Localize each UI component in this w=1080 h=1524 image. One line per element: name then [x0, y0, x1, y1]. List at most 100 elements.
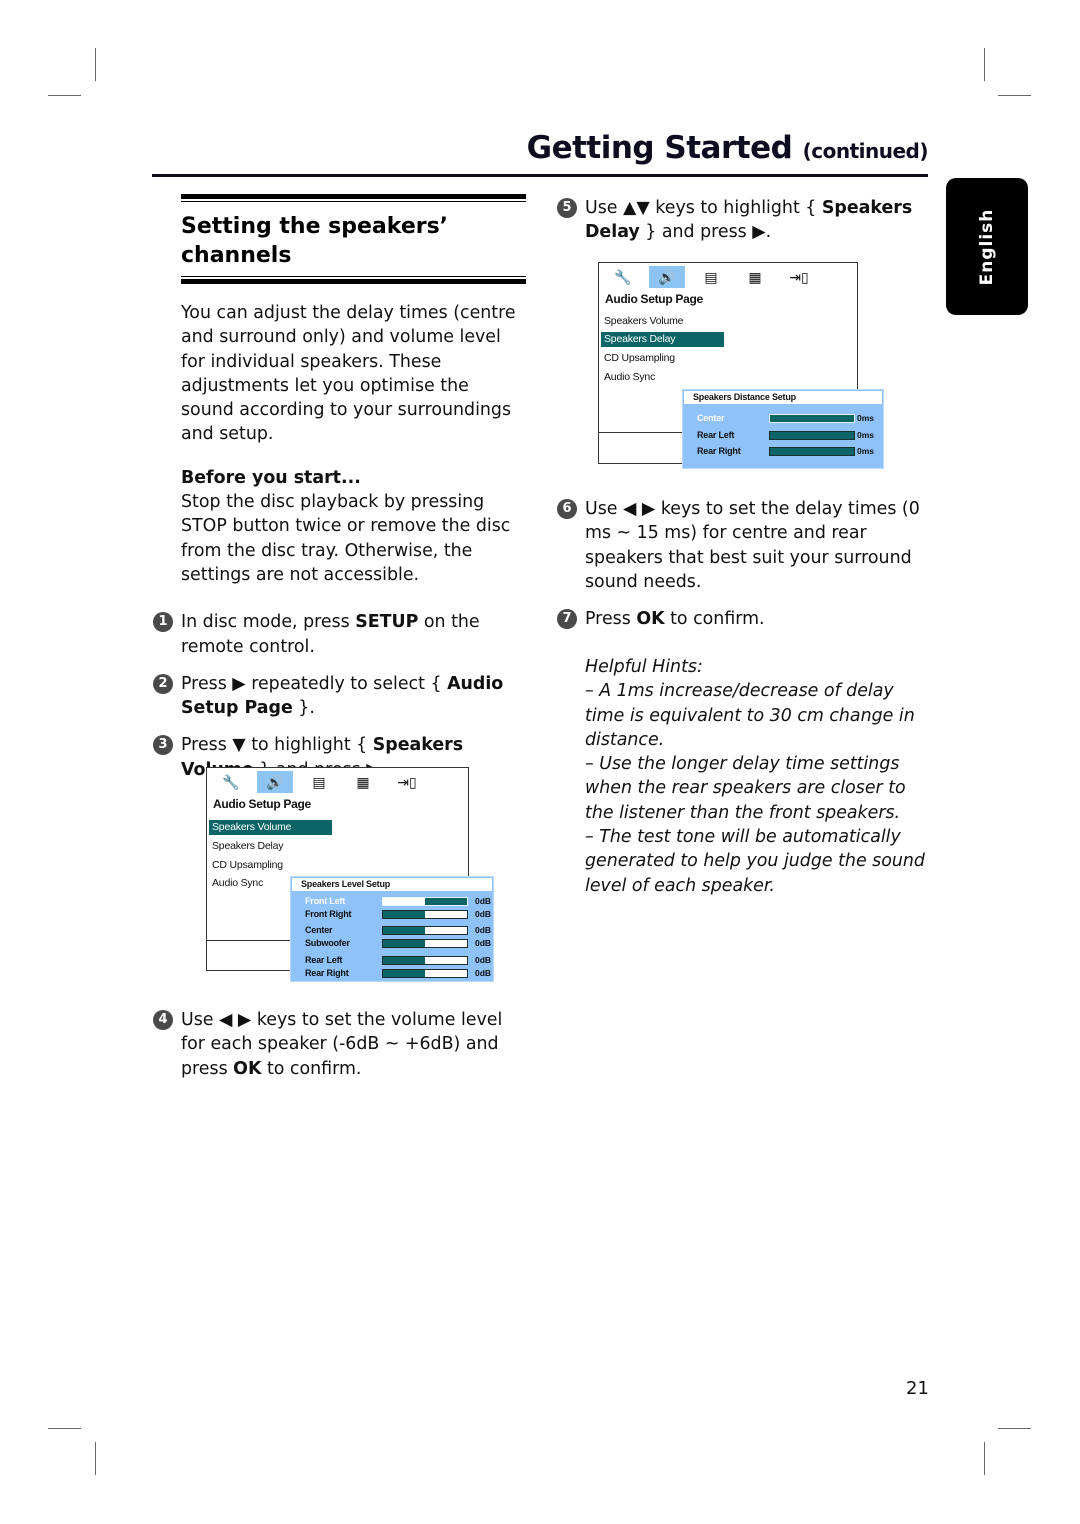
step-keyword: OK: [636, 609, 665, 629]
crop-mark: [984, 48, 985, 81]
level-slider[interactable]: [382, 956, 468, 965]
speaker-row[interactable]: Rear Right 0ms: [683, 445, 883, 457]
speaker-label: Front Left: [305, 896, 345, 906]
step-text: Press ▼ to highlight {: [181, 735, 373, 756]
osd-page-title: Audio Setup Page: [213, 797, 311, 811]
level-fill: [383, 957, 425, 964]
step-text: to confirm.: [261, 1058, 362, 1079]
step-number-badge: 6: [557, 499, 577, 519]
section-rule: [181, 279, 526, 284]
osd-menu-speakers-volume[interactable]: Speakers Volume: [601, 314, 724, 329]
general-setup-icon[interactable]: 🔧: [213, 771, 249, 793]
speaker-row[interactable]: Rear Left 0dB: [291, 954, 493, 966]
crop-mark: [998, 1428, 1031, 1429]
speaker-row[interactable]: Front Left 0dB: [291, 895, 493, 907]
level-slider[interactable]: [382, 910, 468, 919]
hints-heading: Helpful Hints:: [585, 657, 703, 677]
step-2: 2 Press ▶ repeatedly to select { Audio S…: [153, 672, 526, 721]
level-slider[interactable]: [769, 431, 855, 440]
step-text: Use ▲▼ keys to highlight {: [585, 198, 822, 218]
level-slider[interactable]: [382, 897, 468, 906]
language-tab: English: [946, 178, 1028, 315]
step-7: 7 Press OK to confirm.: [557, 607, 920, 631]
exit-door-icon[interactable]: ⇥▯: [781, 266, 817, 288]
speaker-row[interactable]: Front Right 0dB: [291, 908, 493, 920]
step-4: 4 Use ◀ ▶ keys to set the volume level f…: [153, 1008, 526, 1081]
step-number-badge: 2: [153, 673, 173, 694]
step-1: 1 In disc mode, press SETUP on the remot…: [153, 610, 526, 659]
speaker-row[interactable]: Center 0ms: [683, 412, 883, 424]
section-title: Setting the speakers’ channels: [181, 212, 526, 270]
level-value: 0ms: [857, 413, 875, 423]
speaker-row[interactable]: Center 0dB: [291, 924, 493, 936]
osd-menu-audio-sync[interactable]: Audio Sync: [601, 370, 724, 385]
speaker-label: Rear Right: [697, 446, 741, 456]
hint-item: – Use the longer delay time settings whe…: [585, 754, 906, 823]
speaker-label: Rear Left: [305, 955, 343, 965]
video-film-icon[interactable]: ▤: [301, 771, 337, 793]
section-rule: [181, 194, 526, 199]
speaker-label: Subwoofer: [305, 938, 350, 948]
level-fill: [425, 898, 467, 905]
general-setup-icon[interactable]: 🔧: [605, 266, 641, 288]
video-film-icon[interactable]: ▤: [693, 266, 729, 288]
speakers-distance-title: Speakers Distance Setup: [684, 391, 882, 404]
preference-grid-icon[interactable]: ▦: [345, 771, 381, 793]
step-number-badge: 4: [153, 1010, 173, 1030]
language-label: English: [977, 208, 997, 285]
osd-menu-speakers-volume[interactable]: Speakers Volume: [209, 820, 332, 835]
section-title-line: Setting the speakers’: [181, 214, 449, 239]
hint-item: – The test tone will be automatically ge…: [585, 827, 925, 896]
level-slider[interactable]: [769, 447, 855, 456]
step-keyword: OK: [233, 1058, 262, 1079]
step-number-badge: 1: [153, 612, 173, 633]
osd-menu-speakers-delay[interactable]: Speakers Delay: [209, 839, 332, 854]
level-slider[interactable]: [382, 926, 468, 935]
step-6: 6 Use ◀ ▶ keys to set the delay times (0…: [557, 497, 920, 594]
osd-menu-speakers-delay[interactable]: Speakers Delay: [601, 332, 724, 347]
section-rule: [181, 201, 526, 202]
hint-item: – A 1ms increase/decrease of delay time …: [585, 681, 915, 750]
osd-menu-cd-upsampling[interactable]: CD Upsampling: [601, 351, 724, 366]
osd-divider: [207, 940, 291, 941]
speaker-label: Center: [697, 413, 725, 423]
crop-mark: [48, 1428, 81, 1429]
level-value: 0ms: [857, 446, 875, 456]
level-slider[interactable]: [769, 414, 855, 423]
step-number-badge: 7: [557, 609, 577, 629]
speaker-row[interactable]: Rear Left 0ms: [683, 429, 883, 441]
speakers-level-panel: Speakers Level Setup Front Left 0dB Front …: [290, 876, 494, 982]
level-value: 0ms: [857, 430, 875, 440]
level-value: 0dB: [475, 925, 492, 935]
level-value: 0dB: [475, 955, 492, 965]
osd-icon-bar: 🔧 🔊 ▤ ▦ ⇥▯: [605, 266, 817, 288]
exit-door-icon[interactable]: ⇥▯: [389, 771, 425, 793]
level-fill: [383, 927, 425, 934]
level-value: 0dB: [475, 896, 492, 906]
level-slider[interactable]: [382, 969, 468, 978]
step-number-badge: 5: [557, 198, 577, 218]
step-text: to confirm.: [664, 609, 765, 629]
preference-grid-icon[interactable]: ▦: [737, 266, 773, 288]
section-rule: [181, 276, 526, 277]
audio-speaker-icon[interactable]: 🔊: [649, 266, 685, 288]
speaker-label: Rear Right: [305, 968, 349, 978]
crop-mark: [48, 95, 81, 96]
speaker-row[interactable]: Rear Right 0dB: [291, 967, 493, 979]
level-fill: [770, 432, 854, 439]
page-header: Getting Started (continued): [527, 130, 929, 166]
crop-mark: [984, 1442, 985, 1475]
left-column: Setting the speakers’ channels You can a…: [153, 194, 526, 782]
step-text: Use ◀ ▶ keys to set the delay times (0 m…: [585, 499, 920, 592]
speaker-row[interactable]: Subwoofer 0dB: [291, 937, 493, 949]
level-slider[interactable]: [382, 939, 468, 948]
level-fill: [383, 940, 425, 947]
helpful-hints: Helpful Hints: – A 1ms increase/decrease…: [585, 655, 925, 898]
header-title-suffix: (continued): [802, 139, 929, 163]
step-number-badge: 3: [153, 735, 173, 756]
step-text: Press ▶ repeatedly to select {: [181, 673, 448, 694]
audio-speaker-icon[interactable]: 🔊: [257, 771, 293, 793]
osd-menu-cd-upsampling[interactable]: CD Upsampling: [209, 858, 332, 873]
before-text: Stop the disc playback by pressing STOP …: [181, 492, 511, 585]
speakers-distance-panel: Speakers Distance Setup Center 0ms Rear Le…: [682, 389, 884, 469]
